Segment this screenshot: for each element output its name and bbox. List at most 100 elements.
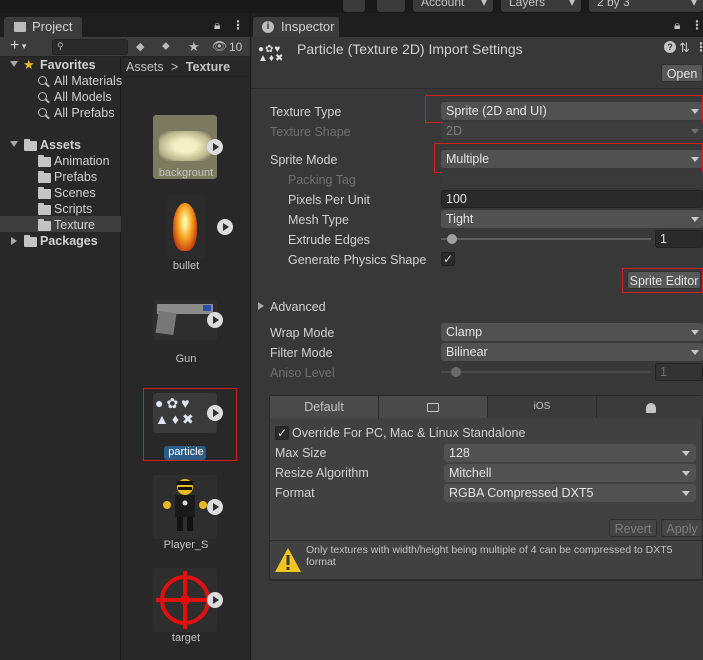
tab-ios[interactable]: iOS (488, 396, 597, 418)
max-size-value: 128 (449, 446, 470, 460)
tree-packages[interactable]: Packages (40, 233, 98, 249)
tree-item-texture[interactable]: Texture (54, 217, 95, 233)
breadcrumb: Assets > Texture (122, 57, 250, 77)
play-icon[interactable] (207, 592, 223, 608)
tab-inspector[interactable]: i Inspector (253, 17, 339, 37)
extrude-edges-slider[interactable] (441, 230, 651, 248)
hidden-packages-icon[interactable]: 👁︎ (212, 39, 227, 53)
tree-item-prefabs[interactable]: Prefabs (54, 169, 97, 185)
generate-physics-checkbox[interactable]: ✓ (441, 252, 455, 266)
play-icon[interactable] (217, 219, 233, 235)
tree-item-animation[interactable]: Animation (54, 153, 110, 169)
warning-box: Only textures with width/height being mu… (269, 540, 703, 580)
top-toolbar: Account ▾ Layers ▾ 2 by 3 ▾ (0, 0, 703, 13)
kebab-menu-icon[interactable]: ⋮ (695, 40, 703, 54)
inspector-title: Particle (Texture 2D) Import Settings (297, 41, 523, 57)
asset-thumbnail-bullet[interactable] (167, 195, 233, 259)
account-dropdown[interactable]: Account ▾ (413, 0, 493, 12)
apply-button: Apply (661, 519, 703, 537)
breadcrumb-texture[interactable]: Texture (186, 60, 230, 74)
chevron-down-icon: ▾ (480, 0, 487, 9)
filter-by-label-icon[interactable]: ⬥ (162, 40, 176, 54)
sprite-editor-highlight (622, 268, 703, 293)
favorite-star-icon[interactable]: ★ (188, 39, 200, 55)
preset-icon[interactable]: ⇅ (679, 40, 690, 56)
advanced-foldout[interactable]: Advanced (270, 298, 326, 316)
collapse-arrow-icon[interactable] (258, 302, 264, 310)
particle-shapes-image: ●✿♥ ▲♦✖ (155, 395, 197, 427)
chevron-down-icon (682, 491, 690, 496)
kebab-menu-icon[interactable]: ⋮ (691, 18, 703, 32)
play-icon[interactable] (207, 405, 223, 421)
favorites-star-icon: ★ (23, 57, 35, 72)
layout-label: 2 by 3 (597, 0, 630, 9)
kebab-menu-icon[interactable]: ⋮ (232, 18, 244, 32)
tab-default[interactable]: Default (270, 396, 379, 418)
tab-project[interactable]: Project (4, 17, 82, 37)
collab-icon[interactable] (377, 0, 405, 12)
slider-track (441, 238, 651, 240)
search-icon (38, 76, 47, 85)
extrude-edges-input[interactable]: 1 (655, 230, 703, 248)
override-checkbox[interactable]: ✓ (275, 426, 289, 440)
tree-item-all-prefabs[interactable]: All Prefabs (54, 105, 114, 121)
lock-icon[interactable]: 🔒︎ (674, 18, 680, 33)
play-icon[interactable] (207, 312, 223, 328)
help-icon[interactable]: ? (664, 41, 676, 53)
asset-thumbnail-gun[interactable] (153, 300, 223, 340)
expand-arrow-icon[interactable] (10, 61, 18, 67)
tree-item-all-models[interactable]: All Models (54, 89, 112, 105)
tree-item-scripts[interactable]: Scripts (54, 201, 92, 217)
project-tab-header: Project 🔒︎ ⋮ (0, 13, 249, 37)
generate-physics-label: Generate Physics Shape (288, 253, 427, 267)
tree-item-scenes[interactable]: Scenes (54, 185, 96, 201)
cloud-icon[interactable] (343, 0, 365, 12)
texture-shape-label: Texture Shape (270, 125, 351, 139)
filter-by-type-icon[interactable]: ◆ (136, 40, 150, 54)
tree-assets[interactable]: Assets (40, 137, 81, 153)
max-size-label: Max Size (275, 446, 327, 460)
packing-tag-input (441, 170, 703, 188)
asset-label-gun: Gun (175, 353, 197, 365)
create-button[interactable]: + ▾ (10, 38, 40, 56)
collapse-arrow-icon[interactable] (11, 237, 17, 245)
resize-algorithm-dropdown[interactable]: Mitchell (444, 464, 696, 482)
override-label: Override For PC, Mac & Linux Standalone (292, 426, 526, 440)
folder-open-icon (24, 139, 37, 151)
search-input[interactable]: ⚲ (52, 39, 128, 55)
tab-standalone[interactable] (379, 396, 488, 418)
max-size-dropdown[interactable]: 128 (444, 444, 696, 462)
tree-item-all-materials[interactable]: All Materials (54, 73, 122, 89)
wrap-mode-dropdown[interactable]: Clamp (441, 323, 703, 341)
open-button[interactable]: Open (661, 64, 703, 82)
slider-knob (451, 367, 461, 377)
tab-ios-label: iOS (533, 401, 551, 412)
tab-android[interactable] (597, 396, 703, 418)
tree-favorites[interactable]: Favorites (40, 57, 96, 73)
texture-asset-icon: ●✿♥ ▲♦✖ (258, 44, 285, 64)
lock-icon[interactable]: 🔒︎ (214, 18, 220, 33)
asset-thumbnail-player-s[interactable] (153, 475, 223, 539)
layers-dropdown[interactable]: Layers ▾ (501, 0, 581, 12)
mesh-type-dropdown[interactable]: Tight (441, 210, 703, 228)
breadcrumb-assets[interactable]: Assets (126, 60, 164, 74)
chevron-down-icon (682, 471, 690, 476)
project-toolbar: + ▾ ⚲ ◆ ⬥ ★ 👁︎ 10 (0, 37, 250, 57)
play-icon[interactable] (207, 139, 223, 155)
expand-arrow-icon[interactable] (10, 141, 18, 147)
header-divider (251, 88, 703, 89)
format-dropdown[interactable]: RGBA Compressed DXT5 (444, 484, 696, 502)
asset-thumbnail-target[interactable] (153, 568, 223, 632)
search-icon (38, 92, 47, 101)
chevron-down-icon: ▾ (690, 0, 697, 9)
pixels-per-unit-label: Pixels Per Unit (288, 193, 370, 207)
warning-text: Only textures with width/height being mu… (306, 544, 673, 568)
texture-type-highlight (425, 95, 703, 123)
asset-thumbnail-particle[interactable]: ●✿♥ ▲♦✖ (153, 393, 223, 433)
layout-dropdown[interactable]: 2 by 3 ▾ (589, 0, 703, 12)
pixels-per-unit-input[interactable]: 100 (441, 190, 703, 208)
play-icon[interactable] (207, 499, 223, 515)
inspector-tab-header: i Inspector 🔒︎ ⋮ (251, 13, 703, 37)
slider-knob[interactable] (447, 234, 457, 244)
filter-mode-dropdown[interactable]: Bilinear (441, 343, 703, 361)
